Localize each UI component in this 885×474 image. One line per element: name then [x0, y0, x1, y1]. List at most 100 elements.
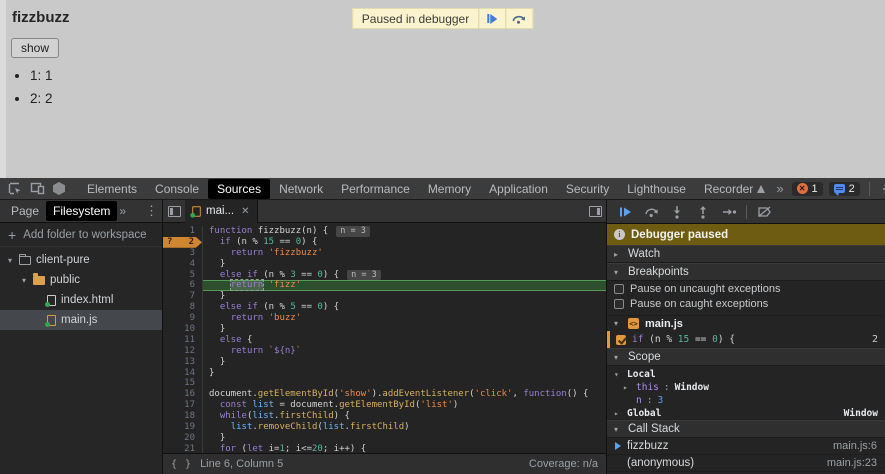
- tab-page[interactable]: Page: [4, 201, 46, 221]
- conditional-breakpoint-marker[interactable]: ?2: [163, 237, 202, 248]
- deactivate-breakpoints-icon[interactable]: [752, 202, 776, 222]
- code-line[interactable]: list.removeChild(list.firstChild): [203, 422, 606, 433]
- checkbox-unchecked[interactable]: [614, 284, 624, 294]
- tree-item-index-html[interactable]: index.html: [0, 290, 162, 310]
- show-debugger-pane-icon[interactable]: [584, 200, 606, 223]
- gutter-line[interactable]: 18: [163, 411, 202, 422]
- watch-section-header[interactable]: ▸ Watch: [607, 245, 885, 263]
- code-line[interactable]: else if (n % 5 == 0) {: [203, 302, 606, 313]
- gutter-line[interactable]: 3: [163, 248, 202, 259]
- code-line[interactable]: }: [203, 433, 606, 444]
- step-over-icon[interactable]: [506, 8, 532, 29]
- editor-tab-mainjs[interactable]: mai... ✕: [185, 200, 258, 223]
- issues-badge[interactable]: 2: [829, 182, 860, 196]
- code-line[interactable]: [203, 378, 606, 389]
- add-folder-to-workspace[interactable]: + Add folder to workspace: [0, 223, 162, 247]
- code-line[interactable]: return `${n}`: [203, 346, 606, 357]
- tree-item-public[interactable]: ▾public: [0, 270, 162, 290]
- gutter-line[interactable]: 14: [163, 368, 202, 379]
- code-line[interactable]: const list = document.getElementById('li…: [203, 400, 606, 411]
- tab-application[interactable]: Application: [480, 179, 557, 199]
- gutter-line[interactable]: 5: [163, 270, 202, 281]
- device-toolbar-icon[interactable]: [28, 181, 46, 197]
- pretty-print-icon[interactable]: { }: [171, 459, 192, 470]
- more-tabs-icon[interactable]: »: [119, 204, 126, 218]
- tab-memory[interactable]: Memory: [419, 179, 480, 199]
- tab-lighthouse[interactable]: Lighthouse: [618, 179, 695, 199]
- callstack-frame[interactable]: fizzbuzzmain.js:6: [607, 438, 885, 455]
- code-line[interactable]: }: [203, 324, 606, 335]
- tab-sources[interactable]: Sources: [208, 179, 270, 199]
- gutter-line[interactable]: 19: [163, 422, 202, 433]
- callstack-frame[interactable]: (anonymous)main.js:23: [607, 455, 885, 472]
- checkbox-unchecked[interactable]: [614, 299, 624, 309]
- gutter-line[interactable]: 11: [163, 335, 202, 346]
- step-icon[interactable]: [717, 202, 741, 222]
- code-line[interactable]: }: [203, 368, 606, 379]
- tab-security[interactable]: Security: [557, 179, 618, 199]
- scope-this-row[interactable]: ▸ this: Window: [607, 381, 885, 394]
- scope-n-row[interactable]: n: 3: [607, 394, 885, 407]
- code-line[interactable]: return 'fizzbuzz': [203, 248, 606, 259]
- code-line[interactable]: if (n % 15 == 0) {: [203, 237, 606, 248]
- code-line[interactable]: document.getElementById('show').addEvent…: [203, 389, 606, 400]
- breakpoint-entry[interactable]: if (n % 15 == 0) { 2: [607, 331, 885, 348]
- gutter-line[interactable]: 6: [163, 280, 202, 291]
- page-scrollbar[interactable]: [0, 0, 6, 178]
- breakpoints-section-header[interactable]: ▾ Breakpoints: [607, 263, 885, 281]
- close-tab-icon[interactable]: ✕: [241, 206, 249, 217]
- step-into-icon[interactable]: [665, 202, 689, 222]
- tab-console[interactable]: Console: [146, 179, 208, 199]
- pause-option-1[interactable]: Pause on caught exceptions: [607, 296, 885, 311]
- code-line[interactable]: else {: [203, 335, 606, 346]
- breakpoint-file-group[interactable]: ▾ <> main.js: [607, 315, 885, 331]
- gutter-line[interactable]: 4: [163, 259, 202, 270]
- chevron-down-icon[interactable]: ▾: [6, 256, 14, 265]
- gutter-line[interactable]: 16: [163, 389, 202, 400]
- hide-navigator-icon[interactable]: [163, 200, 185, 223]
- code-line[interactable]: }: [203, 357, 606, 368]
- code-line[interactable]: }: [203, 259, 606, 270]
- paused-execution-line[interactable]: return 'fizz': [203, 280, 606, 291]
- step-over-icon[interactable]: [639, 202, 663, 222]
- gutter-line[interactable]: 12: [163, 346, 202, 357]
- gutter-line[interactable]: 15: [163, 378, 202, 389]
- console-error-badge[interactable]: ✕ 1: [792, 182, 823, 196]
- gutter-line[interactable]: 7: [163, 291, 202, 302]
- tab-recorder[interactable]: Recorder: [695, 179, 774, 199]
- gutter-line[interactable]: 13: [163, 357, 202, 368]
- gutter-line[interactable]: 10: [163, 324, 202, 335]
- gutter-line[interactable]: 21: [163, 444, 202, 453]
- code-line[interactable]: while(list.firstChild) {: [203, 411, 606, 422]
- resume-script-icon[interactable]: [479, 8, 505, 29]
- tree-item-main-js[interactable]: main.js: [0, 310, 162, 330]
- inspect-element-icon[interactable]: [6, 181, 24, 197]
- more-tabs-icon[interactable]: »: [774, 181, 785, 196]
- gutter-line[interactable]: 20: [163, 433, 202, 444]
- kebab-menu-icon[interactable]: ⋮: [145, 203, 158, 219]
- pause-option-0[interactable]: Pause on uncaught exceptions: [607, 281, 885, 296]
- code-line[interactable]: }: [203, 291, 606, 302]
- chevron-down-icon[interactable]: ▾: [20, 276, 28, 285]
- show-button[interactable]: show: [11, 38, 59, 58]
- gutter-line[interactable]: 8: [163, 302, 202, 313]
- tab-performance[interactable]: Performance: [332, 179, 419, 199]
- tab-elements[interactable]: Elements: [78, 179, 146, 199]
- tab-filesystem[interactable]: Filesystem: [46, 201, 117, 221]
- code-line[interactable]: return 'buzz': [203, 313, 606, 324]
- resume-script-icon[interactable]: [613, 202, 637, 222]
- settings-gear-icon[interactable]: [879, 182, 885, 196]
- gutter-line[interactable]: 9: [163, 313, 202, 324]
- extension-cube-icon[interactable]: [50, 181, 68, 197]
- code-line[interactable]: else if (n % 3 == 0) {n = 3: [203, 270, 606, 281]
- gutter-line[interactable]: 1: [163, 226, 202, 237]
- callstack-section-header[interactable]: ▾ Call Stack: [607, 420, 885, 438]
- scope-section-header[interactable]: ▾ Scope: [607, 348, 885, 366]
- tab-network[interactable]: Network: [270, 179, 332, 199]
- breakpoint-checkbox[interactable]: [616, 335, 626, 345]
- code-line[interactable]: function fizzbuzz(n) {n = 3: [203, 226, 606, 237]
- step-out-icon[interactable]: [691, 202, 715, 222]
- scope-local-row[interactable]: ▾ Local: [607, 368, 885, 381]
- tree-item-client-pure[interactable]: ▾client-pure: [0, 250, 162, 270]
- code-line[interactable]: for (let i=1; i<=20; i++) {: [203, 444, 606, 453]
